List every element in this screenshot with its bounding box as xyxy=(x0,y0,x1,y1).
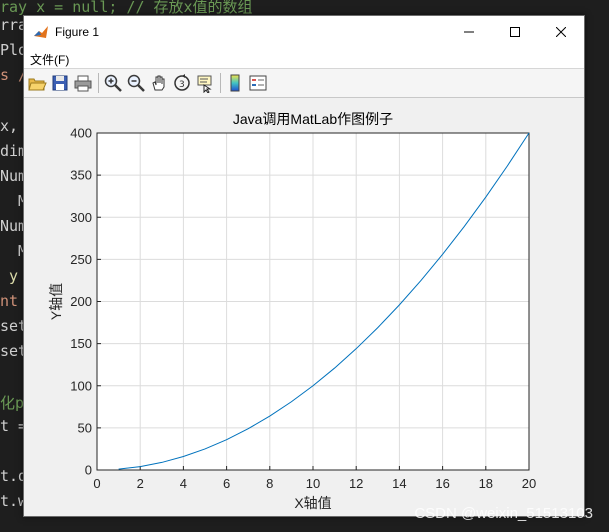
x-tick-label: 8 xyxy=(266,476,273,491)
code-line: y xyxy=(0,267,19,285)
colorbar-icon xyxy=(230,74,240,92)
menu-bar: 文件(F) xyxy=(24,48,584,68)
y-tick-label: 400 xyxy=(70,126,92,141)
x-tick-label: 4 xyxy=(180,476,187,491)
y-tick-label: 0 xyxy=(85,463,92,478)
rotate-icon: 3 xyxy=(174,74,190,91)
print-icon xyxy=(74,75,92,92)
maximize-icon xyxy=(510,27,520,37)
matlab-icon xyxy=(33,24,49,40)
x-tick-label: 12 xyxy=(349,476,363,491)
zoom-out-icon xyxy=(127,74,145,92)
colorbar-button[interactable] xyxy=(224,72,246,94)
y-tick-label: 200 xyxy=(70,294,92,309)
chart-title: Java调用MatLab作图例子 xyxy=(233,111,393,127)
pan-button[interactable] xyxy=(148,72,170,94)
x-tick-label: 18 xyxy=(479,476,493,491)
data-cursor-icon xyxy=(197,75,212,93)
data-cursor-button[interactable] xyxy=(194,72,216,94)
minimize-button[interactable] xyxy=(446,16,492,48)
y-tick-label: 250 xyxy=(70,252,92,267)
x-tick-label: 14 xyxy=(392,476,406,491)
legend-button[interactable] xyxy=(247,72,269,94)
print-button[interactable] xyxy=(72,72,94,94)
open-icon xyxy=(28,78,47,91)
x-tick-label: 0 xyxy=(93,476,100,491)
y-tick-label: 150 xyxy=(70,336,92,351)
figure-window: Figure 1 文件(F) 3 0 2 4 6 8 10 12 14 16 18 20 0 50 100… xyxy=(23,15,585,517)
toolbar-separator xyxy=(98,73,99,93)
x-tick-label: 6 xyxy=(223,476,230,491)
svg-text:3: 3 xyxy=(179,80,185,90)
pan-icon xyxy=(152,75,165,91)
code-line: x, xyxy=(0,117,19,135)
save-button[interactable] xyxy=(49,72,71,94)
zoom-in-button[interactable] xyxy=(102,72,124,94)
y-tick-label: 350 xyxy=(70,168,92,183)
x-axis-label: X轴值 xyxy=(294,495,331,511)
zoom-in-icon xyxy=(104,74,122,92)
y-tick-label: 50 xyxy=(78,420,92,435)
y-tick-label: 300 xyxy=(70,210,92,225)
code-line: nt xyxy=(0,292,19,310)
plot-area: 0 2 4 6 8 10 12 14 16 18 20 0 50 100 150 200 250 300 350 40… xyxy=(24,98,584,516)
close-icon xyxy=(556,27,566,37)
title-bar[interactable]: Figure 1 xyxy=(24,16,584,48)
figure-toolbar: 3 xyxy=(24,68,584,98)
y-tick-label: 100 xyxy=(70,378,92,393)
toolbar-separator xyxy=(220,73,221,93)
y-axis-label: Y轴值 xyxy=(48,283,64,320)
x-tick-label: 2 xyxy=(137,476,144,491)
x-tick-label: 16 xyxy=(435,476,449,491)
code-line: 化p xyxy=(0,394,25,412)
zoom-out-button[interactable] xyxy=(125,72,147,94)
open-button[interactable] xyxy=(26,72,48,94)
line-chart[interactable]: 0 2 4 6 8 10 12 14 16 18 2005010015020025030035040… xyxy=(24,98,584,516)
rotate-button[interactable]: 3 xyxy=(171,72,193,94)
save-icon xyxy=(52,75,68,91)
x-tick-label: 20 xyxy=(522,476,536,491)
close-button[interactable] xyxy=(538,16,584,48)
maximize-button[interactable] xyxy=(492,16,538,48)
menu-file[interactable]: 文件(F) xyxy=(30,51,69,68)
minimize-icon xyxy=(464,31,474,33)
legend-icon xyxy=(249,75,267,91)
watermark: CSDN @weixin_51513103 xyxy=(414,505,593,522)
x-tick-label: 10 xyxy=(306,476,320,491)
window-title: Figure 1 xyxy=(55,25,100,39)
